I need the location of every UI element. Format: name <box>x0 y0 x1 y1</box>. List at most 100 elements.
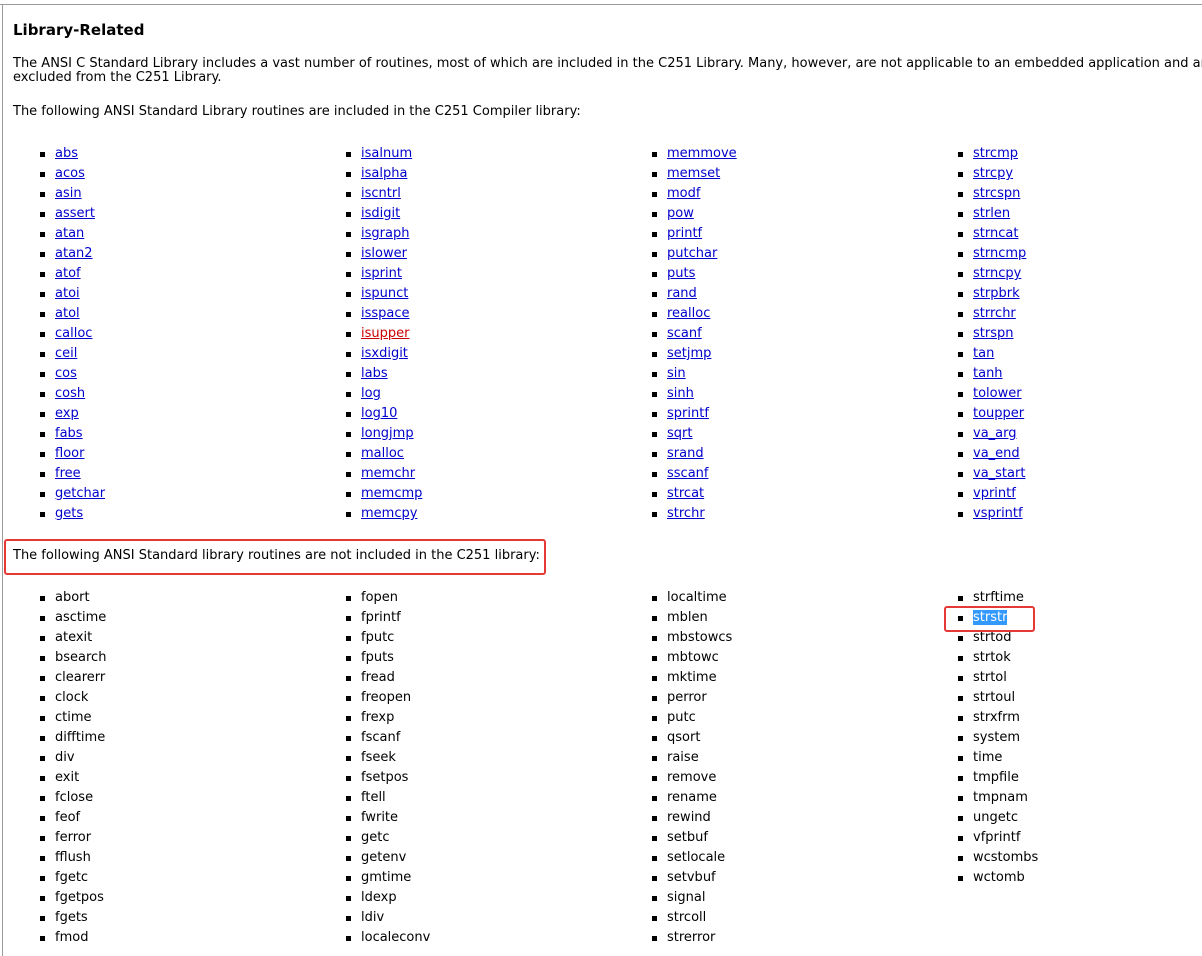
included-routine-item: putchar <box>652 244 737 264</box>
routine-link-strncpy[interactable]: strncpy <box>973 266 1021 281</box>
included-routine-item: memcmp <box>346 484 422 504</box>
routine-link-strncmp[interactable]: strncmp <box>973 246 1026 261</box>
included-routine-item: isgraph <box>346 224 422 244</box>
routine-link-sin[interactable]: sin <box>667 366 686 381</box>
routine-link-strcspn[interactable]: strcspn <box>973 186 1020 201</box>
routine-link-fabs[interactable]: fabs <box>55 426 83 441</box>
routine-link-log10[interactable]: log10 <box>361 406 397 421</box>
routine-link-atol[interactable]: atol <box>55 306 80 321</box>
routine-link-getchar[interactable]: getchar <box>55 486 105 501</box>
routine-link-calloc[interactable]: calloc <box>55 326 92 341</box>
routine-link-vsprintf[interactable]: vsprintf <box>973 506 1023 521</box>
routine-link-isxdigit[interactable]: isxdigit <box>361 346 408 361</box>
excluded-routine-item: frexp <box>346 708 430 728</box>
routine-link-assert[interactable]: assert <box>55 206 95 221</box>
routine-link-acos[interactable]: acos <box>55 166 85 181</box>
routine-link-toupper[interactable]: toupper <box>973 406 1024 421</box>
routine-link-isspace[interactable]: isspace <box>361 306 410 321</box>
routine-link-tan[interactable]: tan <box>973 346 994 361</box>
routine-link-ispunct[interactable]: ispunct <box>361 286 408 301</box>
routine-link-strcat[interactable]: strcat <box>667 486 704 501</box>
routine-link-cos[interactable]: cos <box>55 366 77 381</box>
routine-link-isalpha[interactable]: isalpha <box>361 166 407 181</box>
bullet-icon <box>40 452 45 457</box>
routine-link-setjmp[interactable]: setjmp <box>667 346 711 361</box>
routine-link-scanf[interactable]: scanf <box>667 326 702 341</box>
bullet-icon <box>958 676 963 681</box>
routine-link-abs[interactable]: abs <box>55 146 78 161</box>
excluded-list-col-4: strftime strstr strtod strtok strtol strtoul s… <box>958 588 1038 888</box>
routine-link-exp[interactable]: exp <box>55 406 79 421</box>
routine-link-iscntrl[interactable]: iscntrl <box>361 186 401 201</box>
routine-link-strpbrk[interactable]: strpbrk <box>973 286 1020 301</box>
routine-link-modf[interactable]: modf <box>667 186 700 201</box>
routine-link-free[interactable]: free <box>55 466 81 481</box>
routine-link-isalnum[interactable]: isalnum <box>361 146 412 161</box>
routine-link-islower[interactable]: islower <box>361 246 407 261</box>
routine-link-sinh[interactable]: sinh <box>667 386 694 401</box>
bullet-icon <box>958 716 963 721</box>
routine-link-atan[interactable]: atan <box>55 226 84 241</box>
bullet-icon <box>652 172 657 177</box>
routine-link-memcpy[interactable]: memcpy <box>361 506 417 521</box>
routine-link-asin[interactable]: asin <box>55 186 82 201</box>
routine-link-putchar[interactable]: putchar <box>667 246 717 261</box>
routine-link-rand[interactable]: rand <box>667 286 697 301</box>
routine-link-strncat[interactable]: strncat <box>973 226 1018 241</box>
routine-name-strerror: strerror <box>667 930 716 945</box>
routine-link-tolower[interactable]: tolower <box>973 386 1022 401</box>
routine-link-printf[interactable]: printf <box>667 226 702 241</box>
routine-link-memcmp[interactable]: memcmp <box>361 486 422 501</box>
routine-link-memset[interactable]: memset <box>667 166 720 181</box>
routine-link-labs[interactable]: labs <box>361 366 388 381</box>
routine-link-atan2[interactable]: atan2 <box>55 246 93 261</box>
routine-link-strrchr[interactable]: strrchr <box>973 306 1016 321</box>
excluded-routine-item: signal <box>652 888 732 908</box>
routine-link-log[interactable]: log <box>361 386 381 401</box>
routine-link-va-start[interactable]: va_start <box>973 466 1025 481</box>
routine-link-strspn[interactable]: strspn <box>973 326 1013 341</box>
routine-link-realloc[interactable]: realloc <box>667 306 710 321</box>
routine-link-gets[interactable]: gets <box>55 506 83 521</box>
bullet-icon <box>958 492 963 497</box>
routine-link-isdigit[interactable]: isdigit <box>361 206 400 221</box>
routine-link-sprintf[interactable]: sprintf <box>667 406 709 421</box>
included-routine-item: isxdigit <box>346 344 422 364</box>
included-routine-item: printf <box>652 224 737 244</box>
routine-link-isprint[interactable]: isprint <box>361 266 402 281</box>
routine-link-strcpy[interactable]: strcpy <box>973 166 1013 181</box>
bullet-icon <box>346 352 351 357</box>
routine-link-cosh[interactable]: cosh <box>55 386 85 401</box>
routine-name-setvbuf: setvbuf <box>667 870 716 885</box>
routine-link-sscanf[interactable]: sscanf <box>667 466 708 481</box>
routine-link-va-arg[interactable]: va_arg <box>973 426 1017 441</box>
routine-link-atof[interactable]: atof <box>55 266 81 281</box>
routine-link-floor[interactable]: floor <box>55 446 84 461</box>
routine-link-va-end[interactable]: va_end <box>973 446 1020 461</box>
routine-link-ceil[interactable]: ceil <box>55 346 77 361</box>
bullet-icon <box>40 292 45 297</box>
excluded-routine-item: mktime <box>652 668 732 688</box>
excluded-routine-item: abort <box>40 588 106 608</box>
included-routine-item: isupper <box>346 324 422 344</box>
routine-link-vprintf[interactable]: vprintf <box>973 486 1016 501</box>
routine-link-sqrt[interactable]: sqrt <box>667 426 692 441</box>
routine-link-srand[interactable]: srand <box>667 446 704 461</box>
routine-link-strchr[interactable]: strchr <box>667 506 705 521</box>
routine-link-memmove[interactable]: memmove <box>667 146 737 161</box>
bullet-icon <box>346 656 351 661</box>
routine-link-isupper[interactable]: isupper <box>361 326 409 341</box>
routine-link-isgraph[interactable]: isgraph <box>361 226 409 241</box>
routine-link-puts[interactable]: puts <box>667 266 695 281</box>
routine-link-memchr[interactable]: memchr <box>361 466 415 481</box>
routine-link-strlen[interactable]: strlen <box>973 206 1010 221</box>
included-routine-item: iscntrl <box>346 184 422 204</box>
routine-link-longjmp[interactable]: longjmp <box>361 426 414 441</box>
excluded-routine-item: setbuf <box>652 828 732 848</box>
routine-link-pow[interactable]: pow <box>667 206 694 221</box>
included-list-col-2: isalnum isalpha iscntrl isdigit isgraph islow… <box>346 144 422 524</box>
routine-link-atoi[interactable]: atoi <box>55 286 80 301</box>
routine-link-malloc[interactable]: malloc <box>361 446 404 461</box>
routine-link-tanh[interactable]: tanh <box>973 366 1003 381</box>
routine-link-strcmp[interactable]: strcmp <box>973 146 1018 161</box>
